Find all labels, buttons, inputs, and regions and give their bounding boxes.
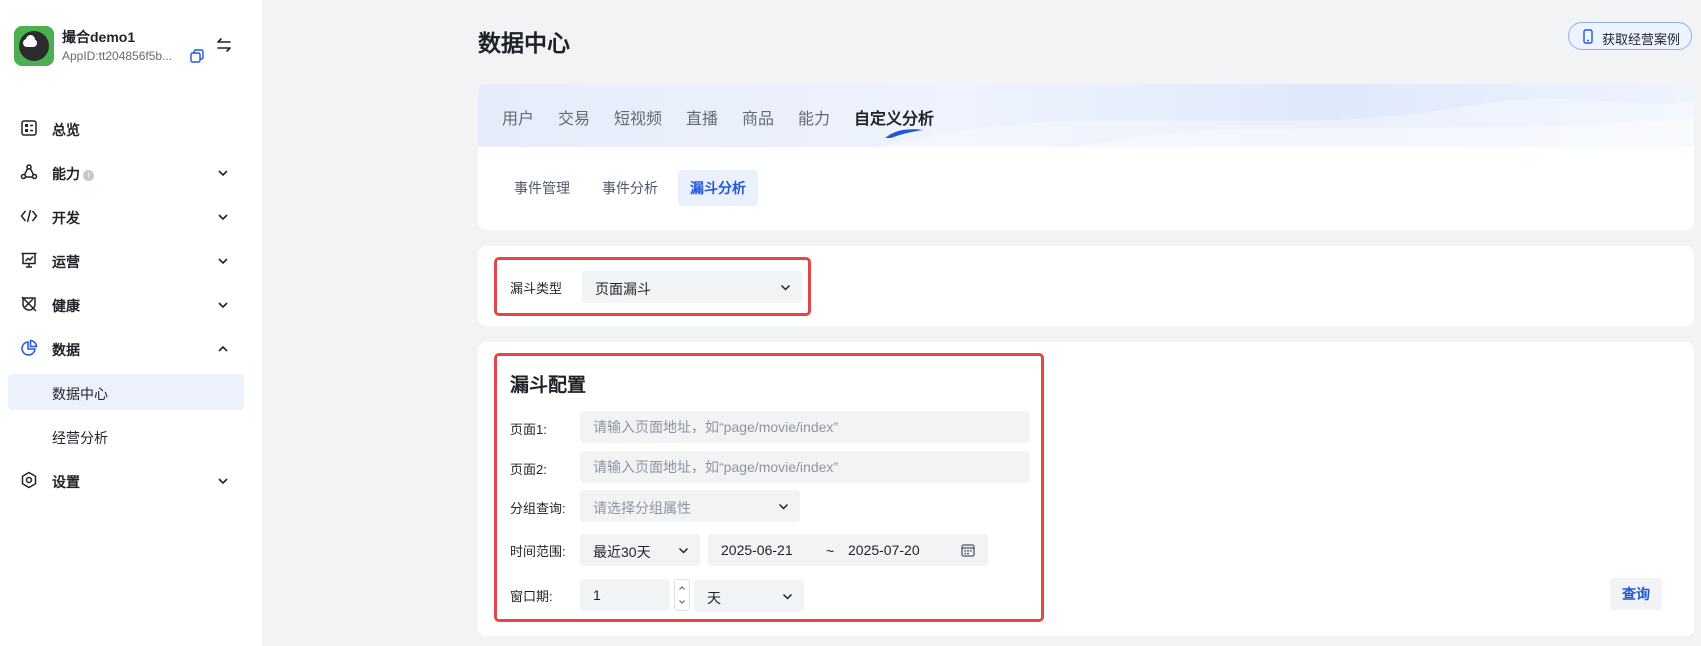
date-end[interactable]: 2025-07-20 (848, 542, 920, 558)
sidebar-subitem-business-analysis[interactable]: 经营分析 (8, 418, 244, 454)
ability-icon (20, 164, 38, 180)
phone-icon (1583, 29, 1593, 44)
sidebar-item-develop[interactable]: 开发 (8, 198, 244, 234)
page-title: 数据中心 (478, 30, 570, 56)
sidebar-item-settings[interactable]: 设置 (8, 462, 244, 498)
group-attribute-placeholder: 请选择分组属性 (593, 500, 691, 516)
sidebar-nav: 总览 能力 i 开发 运营 健康 数据 数据中心 经营分析 设置 (8, 110, 244, 506)
page1-label: 页面1: (510, 422, 547, 437)
tabs-band: 用户 交易 短视频 直播 商品 能力 自定义分析 (478, 84, 1694, 147)
time-range-label: 时间范围: (510, 544, 566, 559)
chevron-down-icon (678, 547, 689, 554)
tab-live[interactable]: 直播 (686, 105, 718, 129)
chevron-down-icon (780, 284, 791, 291)
subtab-event-analysis[interactable]: 事件分析 (590, 170, 670, 206)
chevron-down-icon[interactable] (216, 474, 230, 488)
health-icon (21, 296, 37, 312)
calendar-icon[interactable] (961, 543, 975, 557)
tab-users[interactable]: 用户 (502, 105, 534, 129)
window-period-label: 窗口期: (510, 589, 553, 604)
funnel-type-select[interactable]: 页面漏斗 (582, 271, 802, 303)
sidebar-item-label: 开发 (52, 210, 80, 226)
sidebar-item-ability[interactable]: 能力 i (8, 154, 244, 190)
pie-chart-icon (21, 339, 38, 356)
sidebar-item-label: 能力 i (52, 164, 94, 184)
dashboard-icon (21, 120, 37, 136)
subtab-funnel-analysis[interactable]: 漏斗分析 (678, 170, 758, 206)
sidebar-item-label: 健康 (52, 298, 80, 314)
sidebar: 撮合demo1 AppID:tt204856f5b... 总览 能力 i 开发 … (0, 0, 262, 646)
group-attribute-select[interactable]: 请选择分组属性 (580, 490, 800, 522)
sidebar-item-health[interactable]: 健康 (8, 286, 244, 322)
window-period-stepper[interactable] (674, 579, 690, 611)
chevron-up-icon[interactable] (216, 342, 230, 356)
page2-label: 页面2: (510, 462, 547, 477)
date-separator: ~ (826, 543, 835, 559)
funnel-type-value: 页面漏斗 (595, 281, 651, 297)
chevron-down-icon[interactable] (216, 254, 230, 268)
active-tab-indicator (885, 129, 923, 138)
date-start[interactable]: 2025-06-21 (721, 542, 793, 558)
sidebar-item-label: 数据 (52, 342, 80, 358)
chevron-down-icon[interactable] (216, 166, 230, 180)
section-title: 漏斗配置 (510, 375, 587, 396)
presentation-chart-icon (21, 252, 37, 268)
tab-ability[interactable]: 能力 (798, 105, 830, 129)
sidebar-item-data[interactable]: 数据 (8, 330, 244, 366)
case-button-label: 获取经营案例 (1602, 32, 1681, 47)
sidebar-item-operations[interactable]: 运营 (8, 242, 244, 278)
sidebar-subitem-data-center[interactable]: 数据中心 (8, 374, 244, 410)
window-period-value: 1 (593, 587, 601, 603)
copy-icon[interactable] (190, 49, 204, 63)
query-button[interactable]: 查询 (1610, 578, 1662, 610)
page2-input[interactable] (580, 451, 1030, 483)
tab-transactions[interactable]: 交易 (558, 105, 590, 129)
app-name: 撮合demo1 (62, 29, 136, 45)
group-query-label: 分组查询: (510, 501, 566, 516)
subtab-event-management[interactable]: 事件管理 (502, 170, 582, 206)
sidebar-item-label: 设置 (52, 474, 80, 490)
settings-icon (21, 471, 37, 489)
sidebar-item-label: 运营 (52, 254, 80, 270)
app-header[interactable]: 撮合demo1 AppID:tt204856f5b... (14, 26, 244, 66)
window-unit-value: 天 (707, 590, 721, 606)
sidebar-subitem-label: 数据中心 (52, 386, 108, 402)
tab-products[interactable]: 商品 (742, 105, 774, 129)
chevron-down-icon[interactable] (216, 298, 230, 312)
window-unit-select[interactable]: 天 (694, 580, 804, 612)
tab-short-video[interactable]: 短视频 (614, 105, 662, 129)
app-id: AppID:tt204856f5b... (62, 49, 173, 63)
app-logo (14, 26, 54, 66)
get-business-cases-button[interactable]: 获取经营案例 (1568, 22, 1692, 50)
window-period-input[interactable]: 1 (580, 579, 670, 611)
time-range-value: 最近30天 (593, 544, 651, 560)
increment-icon[interactable] (678, 584, 686, 592)
tabs-card: 用户 交易 短视频 直播 商品 能力 自定义分析 事件管理 事件分析 漏斗分析 (478, 84, 1694, 230)
chevron-down-icon (782, 593, 793, 600)
funnel-type-label: 漏斗类型 (510, 281, 563, 296)
time-range-select[interactable]: 最近30天 (580, 534, 700, 566)
sidebar-item-overview[interactable]: 总览 (8, 110, 244, 146)
sidebar-subitem-label: 经营分析 (52, 430, 108, 446)
chevron-down-icon[interactable] (216, 210, 230, 224)
info-icon[interactable]: i (83, 170, 94, 181)
page1-input[interactable] (580, 411, 1030, 443)
code-icon (20, 209, 38, 223)
date-range-picker[interactable]: 2025-06-21 ~ 2025-07-20 (708, 534, 988, 566)
sidebar-item-label: 总览 (52, 122, 80, 138)
decrement-icon[interactable] (678, 598, 686, 606)
chevron-down-icon (778, 503, 789, 510)
switch-app-icon[interactable] (215, 36, 233, 54)
